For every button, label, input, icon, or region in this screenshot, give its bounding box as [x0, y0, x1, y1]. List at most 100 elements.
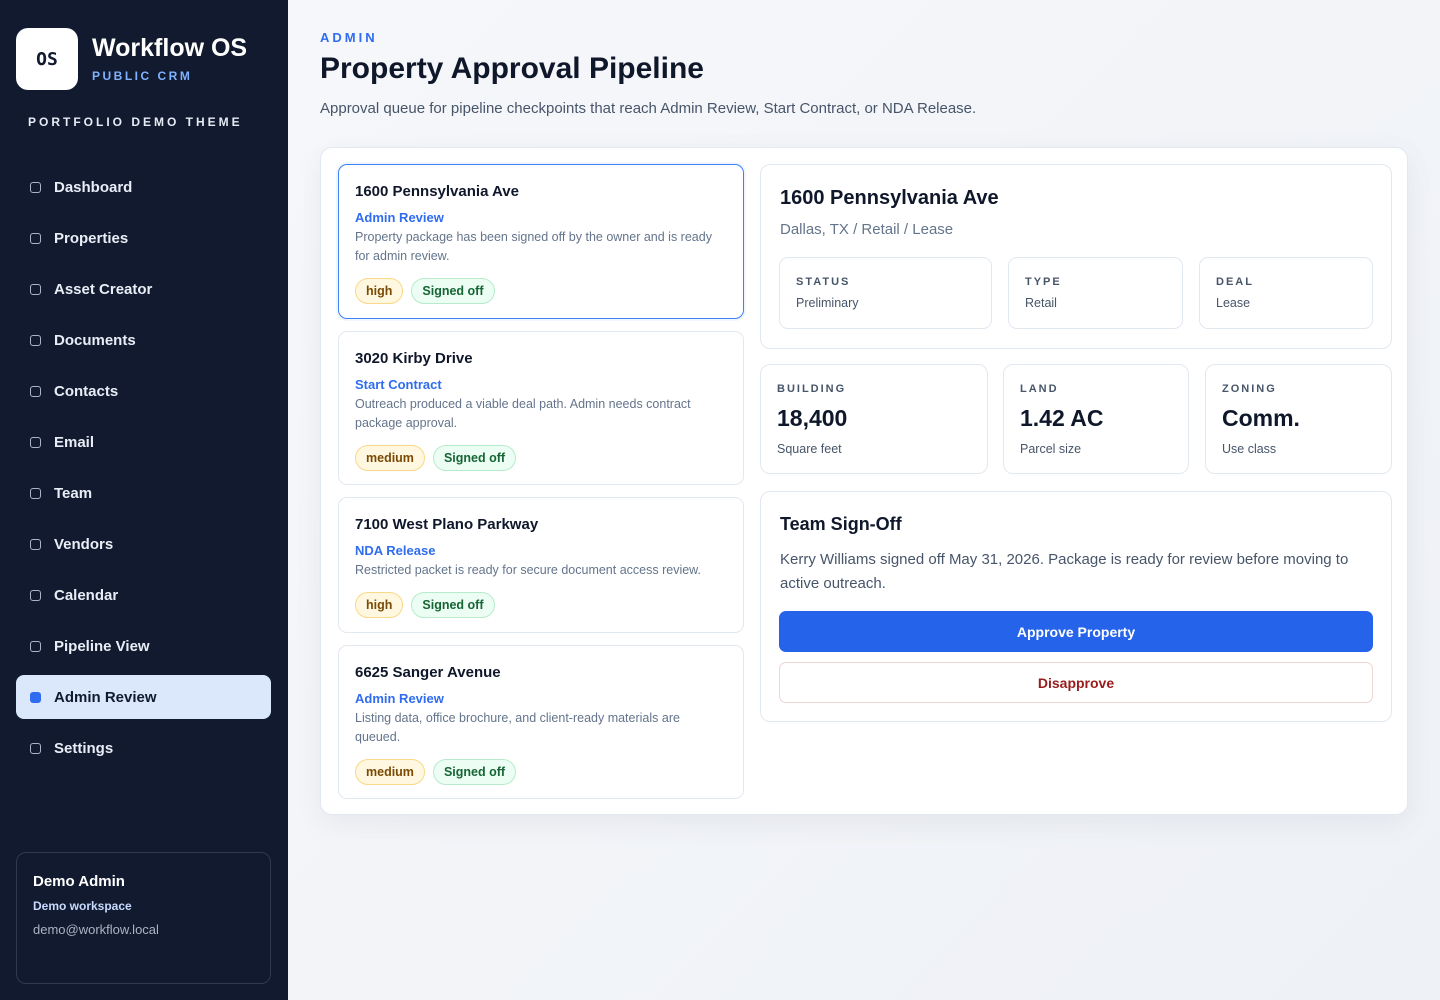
deal-box: DEAL Lease: [1199, 257, 1373, 329]
sidebar-item-label: Contacts: [54, 382, 119, 400]
sidebar-item-label: Asset Creator: [54, 280, 153, 298]
sidebar-item-calendar[interactable]: Calendar: [16, 573, 271, 617]
building-label: BUILDING: [777, 383, 847, 395]
checkbox-icon: [30, 589, 41, 601]
type-value: Retail: [1025, 296, 1057, 310]
queue-card[interactable]: 1600 Pennsylvania Ave Admin Review Prope…: [338, 164, 744, 319]
logo: OS: [16, 28, 78, 90]
disapprove-button[interactable]: Disapprove: [779, 662, 1373, 703]
tag-row: medium Signed off: [355, 445, 727, 471]
brand-text: Workflow OS PUBLIC CRM: [92, 35, 247, 83]
deal-label: DEAL: [1216, 276, 1254, 288]
checkbox-icon: [30, 283, 41, 295]
priority-badge: high: [355, 592, 404, 618]
tag-row: medium Signed off: [355, 759, 727, 785]
user-email: demo@workflow.local: [33, 922, 159, 937]
queue-card-stage: Admin Review: [355, 691, 444, 706]
checkbox-icon: [30, 742, 41, 754]
sidebar-item-settings[interactable]: Settings: [16, 726, 271, 770]
status-badge: Signed off: [432, 759, 517, 785]
type-box: TYPE Retail: [1008, 257, 1183, 329]
sidebar-item-label: Calendar: [54, 586, 119, 604]
sidebar-item-label: Documents: [54, 331, 136, 349]
sidebar-item-documents[interactable]: Documents: [16, 318, 271, 362]
queue-card-stage: NDA Release: [355, 543, 436, 558]
page-description: Approval queue for pipeline checkpoints …: [320, 100, 977, 117]
queue-card-title: 1600 Pennsylvania Ave: [355, 183, 519, 200]
building-value: 18,400: [777, 405, 848, 431]
zoning-label: ZONING: [1222, 383, 1277, 395]
approve-property-button[interactable]: Approve Property: [779, 611, 1373, 652]
land-label: LAND: [1020, 383, 1059, 395]
checkbox-icon: [30, 487, 41, 499]
breadcrumb: ADMIN: [320, 30, 378, 45]
user-name: Demo Admin: [33, 873, 125, 890]
signoff-text: Kerry Williams signed off May 31, 2026. …: [780, 551, 1349, 592]
property-detail-card: 1600 Pennsylvania Ave Dallas, TX / Retai…: [760, 164, 1392, 349]
sidebar-item-dashboard[interactable]: Dashboard: [16, 165, 271, 209]
queue-card-description: Outreach produced a viable deal path. Ad…: [355, 397, 691, 430]
sidebar-item-label: Dashboard: [54, 178, 133, 196]
page-title: Property Approval Pipeline: [320, 52, 704, 85]
status-badge: Signed off: [411, 592, 495, 618]
checkbox-icon: [30, 691, 41, 703]
zoning-value: Comm.: [1222, 405, 1300, 431]
queue-card[interactable]: 7100 West Plano Parkway NDA Release Rest…: [338, 497, 744, 633]
building-caption: Square feet: [777, 442, 842, 456]
sidebar-item-label: Email: [54, 433, 95, 451]
tag-row: high Signed off: [355, 592, 727, 618]
land-caption: Parcel size: [1020, 442, 1082, 456]
queue-card-title: 6625 Sanger Avenue: [355, 664, 501, 681]
brand-name: Workflow OS: [92, 34, 248, 63]
priority-badge: high: [355, 278, 404, 304]
tag-row: high Signed off: [355, 278, 727, 304]
sidebar-item-pipeline-view[interactable]: Pipeline View: [16, 624, 271, 668]
queue-card-title: 3020 Kirby Drive: [355, 350, 473, 367]
queue-card-stage: Start Contract: [355, 377, 442, 392]
sidebar-item-contacts[interactable]: Contacts: [16, 369, 271, 413]
sidebar-item-asset-creator[interactable]: Asset Creator: [16, 267, 271, 311]
status-badge: Signed off: [411, 278, 495, 304]
sidebar-item-label: Pipeline View: [54, 637, 150, 655]
checkbox-icon: [30, 334, 41, 346]
brand: OS Workflow OS PUBLIC CRM: [16, 28, 247, 90]
status-label: STATUS: [796, 276, 851, 288]
status-badge: Signed off: [432, 445, 517, 471]
brand-subtitle: PUBLIC CRM: [92, 68, 193, 83]
type-label: TYPE: [1025, 276, 1062, 288]
sidebar-item-properties[interactable]: Properties: [16, 216, 271, 260]
checkbox-icon: [30, 436, 41, 448]
queue-card[interactable]: 3020 Kirby Drive Start Contract Outreach…: [338, 331, 744, 485]
checkbox-icon: [30, 181, 41, 193]
property-subtitle: Dallas, TX / Retail / Lease: [780, 221, 954, 238]
status-box: STATUS Preliminary: [779, 257, 992, 329]
zoning-metric: ZONING Comm. Use class: [1205, 364, 1392, 474]
property-title: 1600 Pennsylvania Ave: [780, 187, 999, 209]
queue-card-title: 7100 West Plano Parkway: [355, 516, 539, 533]
team-signoff-card: Team Sign-Off Kerry Williams signed off …: [760, 491, 1392, 722]
checkbox-icon: [30, 538, 41, 550]
queue-card-description: Listing data, office brochure, and clien…: [355, 711, 680, 744]
sidebar-item-email[interactable]: Email: [16, 420, 271, 464]
sidebar-item-label: Admin Review: [54, 688, 157, 706]
sidebar-item-label: Properties: [54, 229, 129, 247]
sidebar-item-label: Settings: [54, 739, 114, 757]
sidebar-item-admin-review[interactable]: Admin Review: [16, 675, 271, 719]
priority-badge: medium: [355, 445, 425, 471]
user-card[interactable]: Demo Admin Demo workspace demo@workflow.…: [16, 852, 271, 984]
queue-card-stage: Admin Review: [355, 210, 444, 225]
theme-label: PORTFOLIO DEMO THEME: [28, 115, 243, 129]
queue-card-description: Restricted packet is ready for secure do…: [355, 563, 701, 577]
sidebar-item-team[interactable]: Team: [16, 471, 271, 515]
land-value: 1.42 AC: [1020, 405, 1104, 431]
sidebar-nav: Dashboard Properties Asset Creator Docum…: [16, 165, 271, 777]
checkbox-icon: [30, 385, 41, 397]
deal-value: Lease: [1216, 296, 1251, 310]
building-metric: BUILDING 18,400 Square feet: [760, 364, 988, 474]
queue-card[interactable]: 6625 Sanger Avenue Admin Review Listing …: [338, 645, 744, 799]
checkbox-icon: [30, 640, 41, 652]
checkbox-icon: [30, 232, 41, 244]
user-workspace: Demo workspace: [33, 899, 132, 913]
status-value: Preliminary: [796, 296, 859, 310]
sidebar-item-vendors[interactable]: Vendors: [16, 522, 271, 566]
